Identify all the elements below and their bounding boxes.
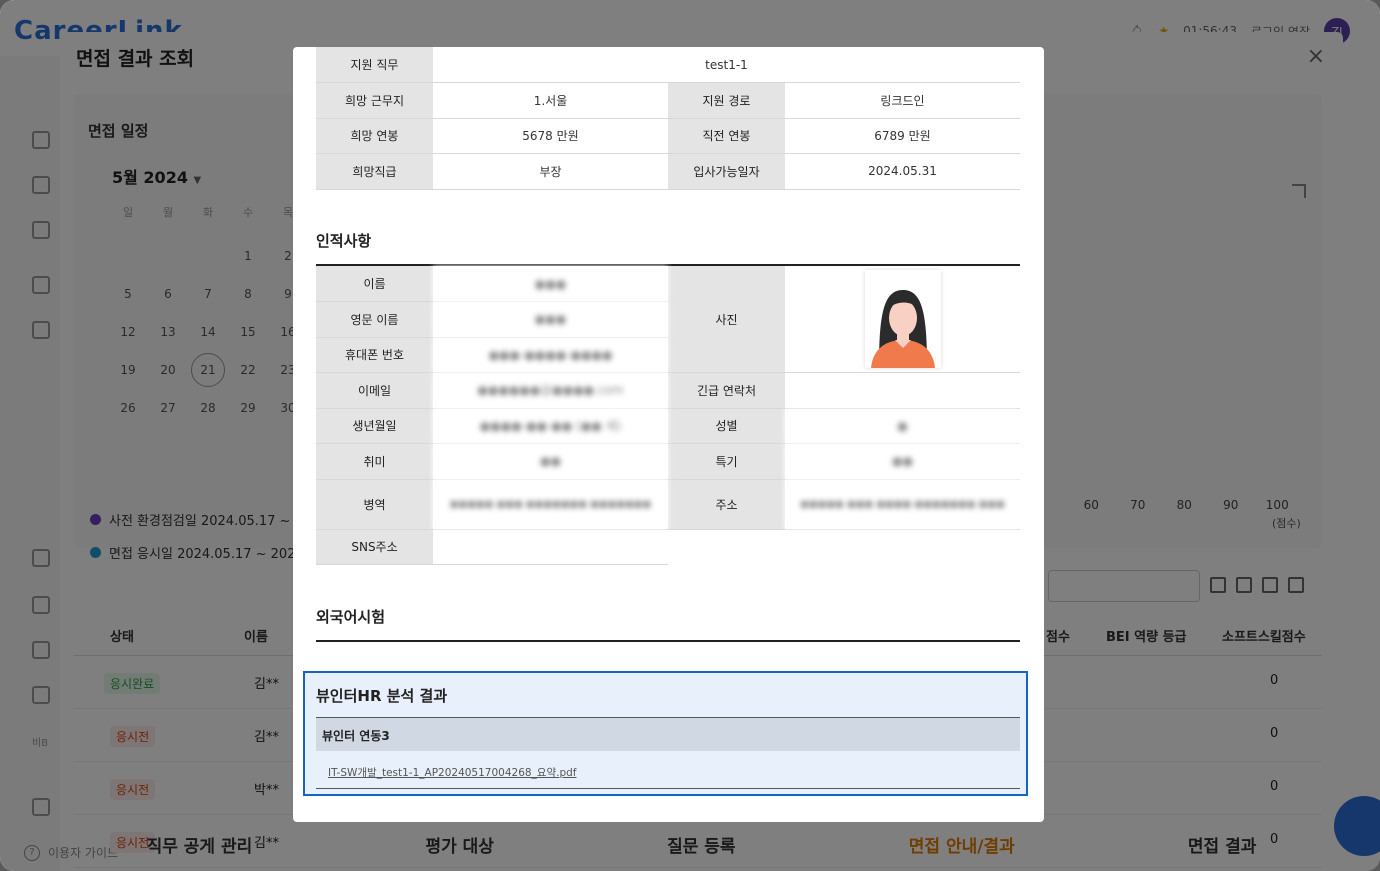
empty-cell: [668, 529, 1020, 565]
email-value: ●●●●●●@●●●●.com: [433, 372, 668, 409]
hr-analysis-title: 뷰인터HR 분석 결과: [316, 687, 448, 705]
language-section-title: 외국어시험: [316, 608, 386, 626]
info-row: 희망 근무지 1.서울 지원 경로 링크드인: [316, 82, 1020, 119]
emergency-label: 긴급 연락처: [668, 372, 785, 409]
job-label: 지원 직무: [316, 47, 433, 83]
military-label: 병역: [316, 479, 433, 530]
special-value: ●●: [785, 443, 1020, 480]
name-label: 이름: [316, 266, 433, 302]
phone-value: ●●●-●●●●-●●●●: [433, 337, 668, 373]
application-info-table: 지원 직무 test1-1 희망 근무지 1.서울 지원 경로 링크드인 희망 …: [316, 47, 1020, 190]
desired-salary-value: 5678 만원: [433, 118, 668, 154]
photo-label: 사진: [668, 266, 785, 373]
gender-label: 성별: [668, 408, 785, 444]
gender-value: ●: [785, 408, 1020, 444]
start-date-label: 입사가능일자: [668, 153, 785, 190]
job-value: test1-1: [433, 47, 1020, 83]
emergency-value: [785, 372, 1020, 409]
email-label: 이메일: [316, 372, 433, 409]
info-row: 희망직급 부장 입사가능일자 2024.05.31: [316, 153, 1020, 190]
address-value: ●●●●● ●●● ●●●● ●●●●●●● ●●●: [785, 479, 1020, 530]
hobby-value: ●●: [433, 443, 668, 480]
location-value: 1.서울: [433, 82, 668, 119]
start-date-value: 2024.05.31: [785, 153, 1020, 190]
birth-label: 생년월일: [316, 408, 433, 444]
personal-info-table: 이름 ●●● 사진 영문 이름 ●●● 휴대폰 번호 ●●●-●●●●-●●●●…: [316, 266, 1020, 565]
photo-cell: [785, 266, 1020, 373]
applicant-detail-modal: 지원 직무 test1-1 희망 근무지 1.서울 지원 경로 링크드인 희망 …: [293, 47, 1044, 822]
desired-rank-value: 부장: [433, 153, 668, 190]
desired-rank-label: 희망직급: [316, 153, 433, 190]
source-label: 지원 경로: [668, 82, 785, 119]
special-label: 특기: [668, 443, 785, 480]
birth-value: ●●●●-●●-●● (●● 세): [433, 408, 668, 444]
location-label: 희망 근무지: [316, 82, 433, 119]
eng-name-label: 영문 이름: [316, 301, 433, 338]
personal-section-title: 인적사항: [316, 232, 372, 250]
applicant-photo: [864, 270, 941, 368]
military-value: ●●●●● ●●● ●●●●●●● ●●●●●●●: [433, 479, 668, 530]
hobby-label: 취미: [316, 443, 433, 480]
name-value: ●●●: [433, 266, 668, 302]
info-row: 희망 연봉 5678 만원 직전 연봉 6789 만원: [316, 118, 1020, 154]
hr-integration-label: 뷰인터 연동3: [316, 718, 1020, 751]
info-row: 지원 직무 test1-1: [316, 47, 1020, 83]
desired-salary-label: 희망 연봉: [316, 118, 433, 154]
prev-salary-value: 6789 만원: [785, 118, 1020, 154]
hr-analysis-section: 뷰인터HR 분석 결과 뷰인터 연동3 IT-SW개발_test1-1_AP20…: [303, 671, 1028, 796]
address-label: 주소: [668, 479, 785, 530]
source-value: 링크드인: [785, 82, 1020, 119]
sns-label: SNS주소: [316, 529, 433, 565]
sns-value: [433, 529, 668, 565]
hr-report-file-link[interactable]: IT-SW개발_test1-1_AP20240517004268_요약.pdf: [316, 751, 1020, 789]
person-avatar-icon: [870, 290, 935, 368]
phone-label: 휴대폰 번호: [316, 337, 433, 373]
prev-salary-label: 직전 연봉: [668, 118, 785, 154]
divider: [316, 640, 1020, 642]
eng-name-value: ●●●: [433, 301, 668, 338]
